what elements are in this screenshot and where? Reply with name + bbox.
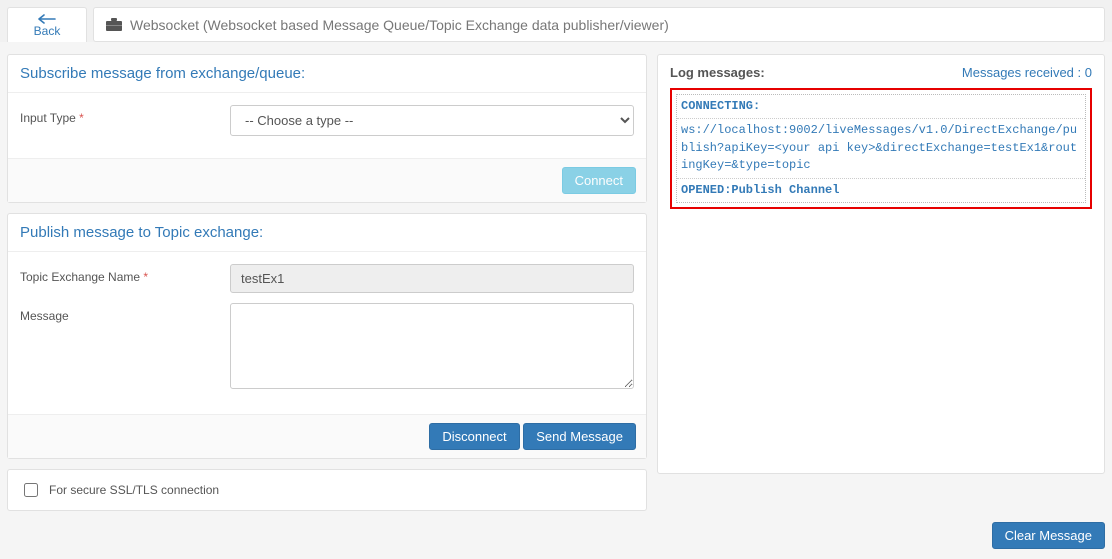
- publish-title: Publish message to Topic exchange:: [8, 214, 646, 252]
- connect-button[interactable]: Connect: [562, 167, 636, 194]
- ssl-panel: For secure SSL/TLS connection: [7, 469, 647, 511]
- ssl-checkbox[interactable]: [24, 483, 38, 497]
- ssl-label: For secure SSL/TLS connection: [49, 483, 219, 497]
- subscribe-title: Subscribe message from exchange/queue:: [8, 55, 646, 93]
- input-type-label: Input Type *: [20, 105, 230, 125]
- log-title: Log messages:: [670, 65, 765, 80]
- briefcase-icon: [106, 18, 122, 32]
- log-highlight-box: CONNECTING: ws://localhost:9002/liveMess…: [670, 88, 1092, 209]
- disconnect-button[interactable]: Disconnect: [429, 423, 519, 450]
- exchange-name-label: Topic Exchange Name *: [20, 264, 230, 284]
- arrow-left-icon: [38, 14, 56, 24]
- log-panel: Log messages: Messages received : 0 CONN…: [657, 54, 1105, 474]
- exchange-name-input: [230, 264, 634, 293]
- messages-received: Messages received : 0: [962, 65, 1092, 80]
- page-title-bar: Websocket (Websocket based Message Queue…: [93, 7, 1105, 42]
- subscribe-panel: Subscribe message from exchange/queue: I…: [7, 54, 647, 203]
- clear-message-button[interactable]: Clear Message: [992, 522, 1105, 549]
- message-textarea[interactable]: [230, 303, 634, 389]
- back-button[interactable]: Back: [7, 7, 87, 42]
- publish-panel: Publish message to Topic exchange: Topic…: [7, 213, 647, 459]
- input-type-select[interactable]: -- Choose a type --: [230, 105, 634, 136]
- back-label: Back: [34, 24, 61, 38]
- send-message-button[interactable]: Send Message: [523, 423, 636, 450]
- page-title: Websocket (Websocket based Message Queue…: [130, 17, 669, 33]
- message-label: Message: [20, 303, 230, 323]
- log-line: ws://localhost:9002/liveMessages/v1.0/Di…: [677, 119, 1085, 178]
- log-line: CONNECTING:: [677, 95, 1085, 119]
- log-line: OPENED:Publish Channel: [677, 179, 1085, 202]
